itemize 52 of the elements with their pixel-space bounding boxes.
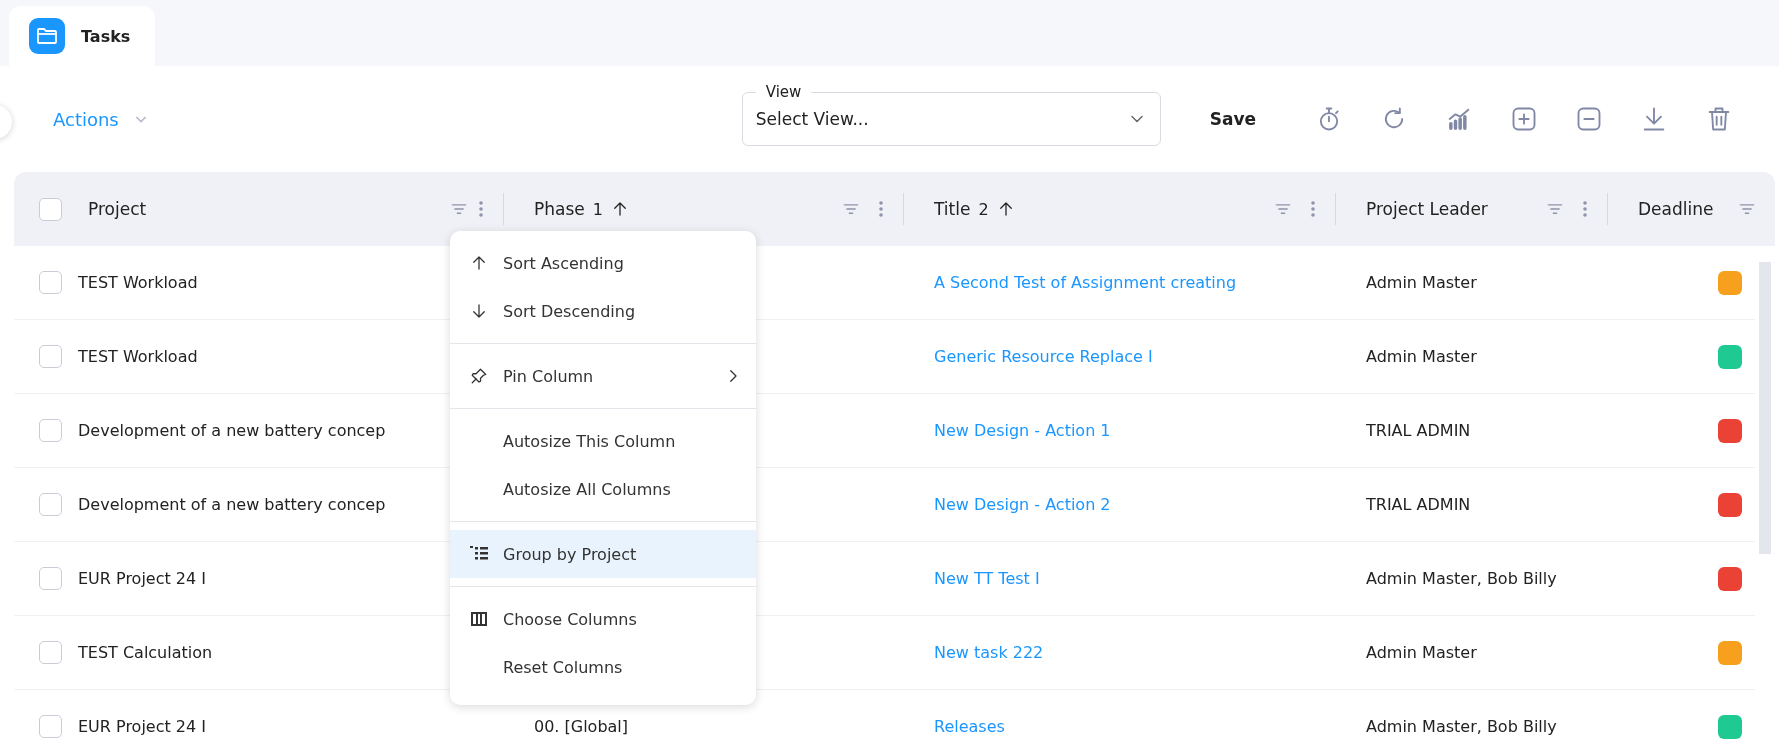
menu-item[interactable]: Choose Columns — [450, 595, 756, 643]
menu-item[interactable]: Autosize This Column — [450, 417, 756, 465]
project-cell: EUR Project 24 I — [78, 717, 206, 736]
menu-item[interactable]: Sort Ascending — [450, 239, 756, 287]
row-checkbox[interactable] — [39, 419, 62, 442]
row-checkbox[interactable] — [39, 567, 62, 590]
save-button[interactable]: Save — [1205, 103, 1261, 135]
sort-order: 1 — [592, 199, 603, 219]
more-icon[interactable] — [1581, 199, 1589, 219]
project-cell: Development of a new battery concep — [78, 495, 386, 514]
menu-item[interactable]: Pin Column — [450, 352, 756, 400]
project-cell: TEST Workload — [78, 273, 198, 292]
more-icon[interactable] — [1309, 199, 1317, 219]
more-icon[interactable] — [877, 199, 885, 219]
project-cell: EUR Project 24 I — [78, 569, 206, 588]
project-cell: TEST Calculation — [78, 643, 213, 662]
row-checkbox[interactable] — [39, 715, 62, 738]
column-header[interactable]: Deadline — [1638, 199, 1714, 219]
sort-order: 2 — [978, 199, 989, 219]
pin-icon — [470, 367, 488, 385]
project-cell: Development of a new battery concep — [78, 421, 386, 440]
row-checkbox[interactable] — [39, 345, 62, 368]
phase-cell: 00. [Global] — [534, 717, 629, 736]
column-header[interactable]: Project — [88, 199, 147, 219]
arrow-down-icon — [470, 302, 488, 320]
leader-cell: TRIAL ADMIN — [1366, 495, 1471, 514]
more-icon[interactable] — [477, 199, 485, 219]
columns-icon — [470, 610, 488, 628]
leader-cell: TRIAL ADMIN — [1366, 421, 1471, 440]
column-header[interactable]: Project Leader — [1366, 199, 1488, 219]
column-header[interactable]: Title — [934, 199, 971, 219]
leader-cell: Admin Master — [1366, 643, 1477, 662]
row-checkbox[interactable] — [39, 641, 62, 664]
arrow-up-icon — [470, 254, 488, 272]
list-indent-icon — [470, 545, 488, 563]
leader-cell: Admin Master, Bob Billy — [1366, 717, 1557, 736]
folder-icon — [29, 18, 65, 54]
row-checkbox[interactable] — [39, 271, 62, 294]
menu-item[interactable]: Autosize All Columns — [450, 465, 756, 513]
tab[interactable]: Tasks — [9, 6, 155, 66]
menu-item[interactable]: Sort Descending — [450, 287, 756, 335]
project-cell: TEST Workload — [78, 347, 198, 366]
menu-item[interactable]: Group by Project — [450, 530, 756, 578]
scrollbar[interactable] — [1759, 262, 1771, 554]
view-select[interactable]: View Select View... — [741, 80, 1161, 146]
leader-cell: Admin Master — [1366, 347, 1477, 366]
menu-item[interactable]: Reset Columns — [450, 643, 756, 691]
select-all-checkbox[interactable] — [39, 197, 62, 221]
column-header[interactable]: Phase — [534, 199, 585, 219]
leader-cell: Admin Master — [1366, 273, 1477, 292]
row-checkbox[interactable] — [39, 493, 62, 516]
leader-cell: Admin Master, Bob Billy — [1366, 569, 1557, 588]
